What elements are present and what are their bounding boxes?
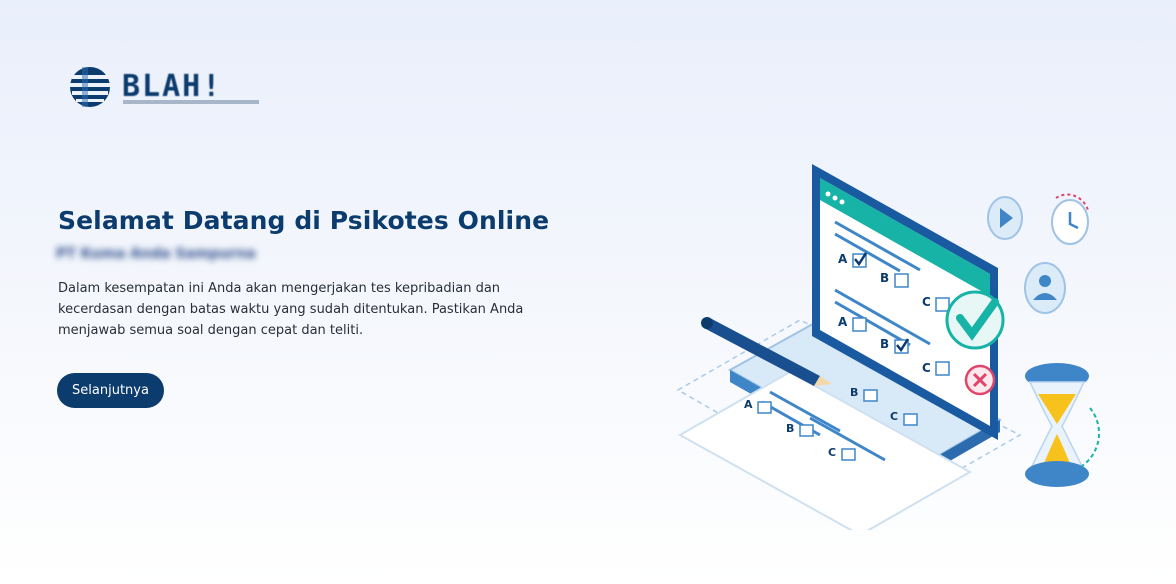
brand-tagline-bar <box>123 100 259 104</box>
instructions-text: Dalam kesempatan ini Anda akan mengerjak… <box>58 281 524 338</box>
sheet-checkbox <box>863 389 878 402</box>
page-title: Selamat Datang di Psikotes Online <box>58 206 550 235</box>
company-name: PT Kuma Anda Sampurna <box>56 246 256 262</box>
option-label-a: A <box>838 315 848 329</box>
option-label-b: B <box>880 337 889 351</box>
sheet-checkbox <box>841 448 856 461</box>
option-label-c: C <box>922 361 931 375</box>
brand-name: BLAH! <box>122 69 223 104</box>
hourglass-icon <box>1025 363 1100 487</box>
logo-mark-icon <box>70 67 110 107</box>
window-dot-icon <box>832 195 838 201</box>
welcome-page: BLAH! Selamat Datang di Psikotes Online … <box>0 0 1176 584</box>
window-dot-icon <box>825 191 831 197</box>
option-label-b: B <box>786 422 794 435</box>
option-label-b: B <box>850 386 858 399</box>
option-label-c: C <box>922 295 931 309</box>
user-icon <box>1024 262 1066 314</box>
option-label-c: C <box>890 410 898 423</box>
screen-checkbox <box>894 273 909 288</box>
option-label-c: C <box>828 446 836 459</box>
sheet-checkbox <box>799 424 814 437</box>
sheet-checkbox <box>903 413 918 426</box>
play-icon <box>987 196 1023 240</box>
online-test-illustration: A B C A B C A B C B C <box>676 164 1100 530</box>
sheet-checkbox <box>757 401 772 414</box>
option-label-a: A <box>744 398 753 411</box>
red-x-icon <box>964 364 996 396</box>
teal-check-icon <box>945 290 1005 350</box>
option-label-b: B <box>880 271 889 285</box>
clock-icon <box>1051 193 1089 245</box>
window-dot-icon <box>839 199 845 205</box>
screen-checkbox <box>852 317 867 332</box>
next-button[interactable]: Selanjutnya <box>57 373 164 408</box>
screen-checkbox <box>935 297 950 312</box>
screen-checkbox <box>935 361 950 376</box>
brand-logo: BLAH! <box>66 62 266 112</box>
option-label-a: A <box>838 252 848 266</box>
